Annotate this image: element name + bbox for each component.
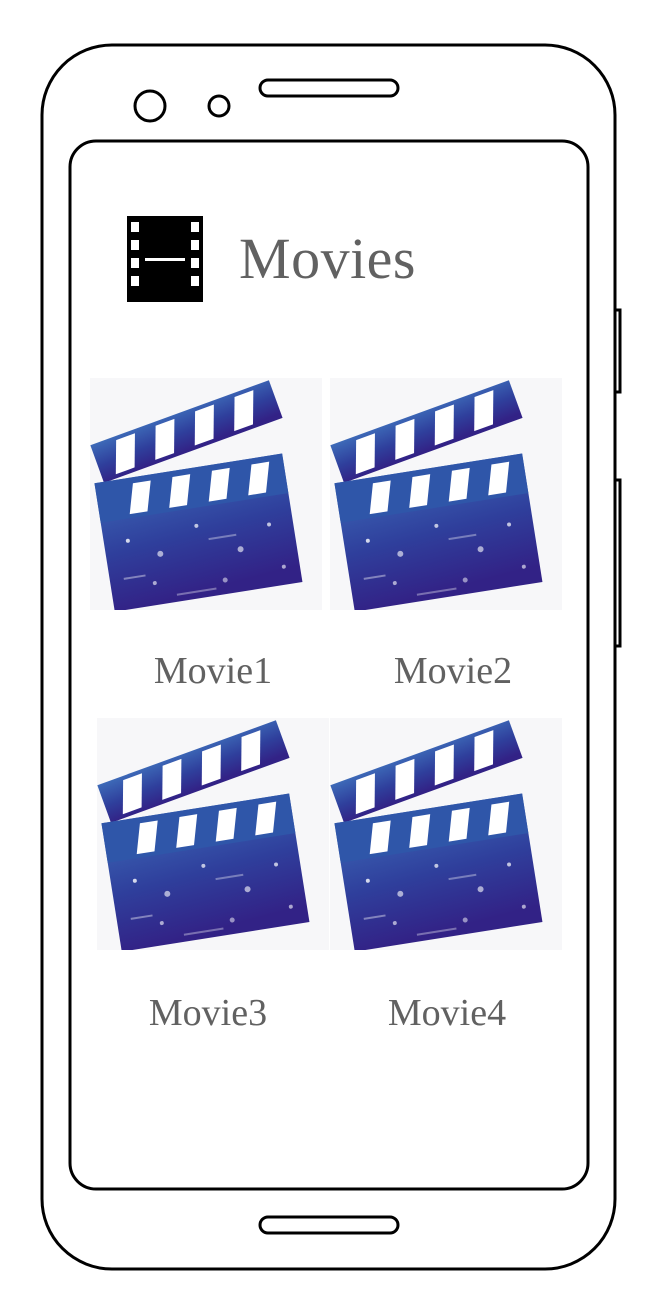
app-header: Movies — [127, 214, 416, 304]
clapperboard-icon[interactable] — [330, 378, 562, 610]
clapperboard-icon[interactable] — [330, 718, 562, 950]
movie-tile-4[interactable]: Movie4 — [330, 718, 564, 1032]
proximity-sensor — [207, 94, 231, 118]
bottom-speaker — [258, 1215, 400, 1235]
movie-tile-3[interactable]: Movie3 — [97, 718, 331, 1032]
movie-title[interactable]: Movie2 — [330, 652, 564, 690]
movie-tile-2[interactable]: Movie2 — [330, 378, 564, 690]
movie-title[interactable]: Movie1 — [90, 652, 324, 690]
earpiece-speaker — [258, 78, 400, 98]
clapperboard-icon[interactable] — [97, 718, 329, 950]
clapperboard-icon[interactable] — [90, 378, 322, 610]
front-camera — [133, 89, 167, 123]
film-strip-icon — [127, 216, 203, 302]
page-title: Movies — [239, 226, 416, 291]
movie-title[interactable]: Movie3 — [97, 994, 331, 1032]
movie-tile-1[interactable]: Movie1 — [90, 378, 324, 690]
app-screen: Movies Movie1 Movie2 Movie3 Movie4 — [71, 142, 587, 1188]
movie-title[interactable]: Movie4 — [330, 994, 564, 1032]
